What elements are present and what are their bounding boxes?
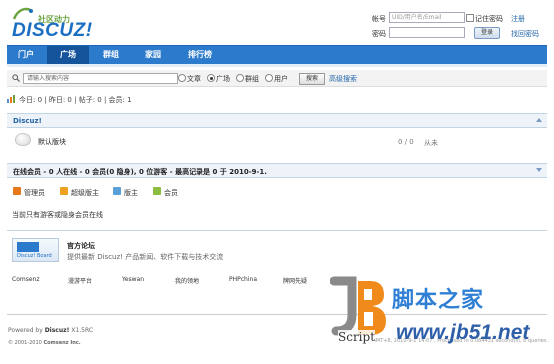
- nav-item-portal[interactable]: 门户: [7, 46, 45, 64]
- search-option-user-label: 用户: [274, 75, 288, 83]
- role-admin-label: 管理员: [24, 189, 45, 197]
- remember-checkbox[interactable]: [466, 14, 474, 22]
- nav-item-ranking[interactable]: 排行榜: [175, 46, 225, 64]
- nav-item-home[interactable]: 家园: [133, 46, 173, 64]
- divider: [7, 230, 547, 231]
- password-input[interactable]: [389, 27, 465, 38]
- partner-link-phpchina[interactable]: PHPchina: [229, 276, 257, 283]
- partner-link-comsenz[interactable]: Comsenz: [12, 276, 39, 283]
- forum-last-post: 从未: [424, 139, 438, 147]
- watermark-script-word: Script: [338, 330, 376, 344]
- footer-copyright: © 2001-2010 Comsenz Inc.: [8, 340, 81, 346]
- member-role-icon: [153, 187, 161, 195]
- advanced-search-link[interactable]: 高级搜索: [329, 74, 357, 84]
- nav-item-groups[interactable]: 群组: [91, 46, 131, 64]
- role-super-moderator-label: 超级版主: [71, 189, 99, 197]
- forum-name[interactable]: 默认版块: [38, 137, 66, 147]
- remember-label: 记住密码: [475, 15, 503, 23]
- online-title[interactable]: 在线会员 - 0 人在线 - 0 会员(0 隐身), 0 位游客 - 最高记录是…: [13, 167, 267, 177]
- super-moderator-role-icon: [60, 187, 68, 195]
- footer-divider: [7, 314, 547, 315]
- official-forum-banner[interactable]: Discuz! Board: [12, 238, 59, 262]
- role-moderator-label: 版主: [124, 189, 138, 197]
- watermark-brand: 脚本之家: [392, 288, 485, 313]
- partner-link-yeswan[interactable]: Yeswan: [122, 276, 144, 283]
- moderator-role-icon: [113, 187, 121, 195]
- forum-counts: 0 / 0: [398, 138, 414, 146]
- account-input[interactable]: UID/用户名/Email: [389, 12, 465, 23]
- search-option-square-label: 广场: [216, 75, 230, 83]
- online-header: 在线会员 - 0 人在线 - 0 会员(0 隐身), 0 位游客 - 最高记录是…: [7, 163, 547, 178]
- banner-text: Discuz! Board: [17, 253, 52, 259]
- category-header: Discuz!: [7, 113, 547, 128]
- expand-arrow-icon[interactable]: [536, 168, 542, 172]
- partner-link-manyou[interactable]: 漫游平台: [68, 276, 92, 285]
- nav-item-square[interactable]: 广场: [47, 46, 89, 64]
- search-option-article-radio[interactable]: [178, 74, 186, 82]
- search-option-group-label: 群组: [245, 75, 259, 83]
- logo[interactable]: DISCUZ!: [12, 20, 93, 42]
- official-forum-title[interactable]: 官方论坛: [67, 241, 95, 251]
- main-nav: 门户 广场 群组 家园 排行榜: [7, 45, 547, 64]
- nav-subbar: [7, 64, 547, 67]
- official-forum-desc: 提供最新 Discuz! 产品新闻、软件下载与技术交流: [67, 253, 224, 261]
- category-title[interactable]: Discuz!: [13, 117, 42, 125]
- account-label: 帐号: [372, 15, 386, 23]
- footer-powered-label: Powered by: [8, 327, 43, 334]
- footer-version: X1.5RC: [71, 327, 94, 334]
- partner-link-paiwang[interactable]: 牌网先疑: [283, 276, 307, 285]
- footer-powered: Powered by Discuz! X1.5RC: [8, 327, 93, 334]
- forum-bubble-icon: [15, 133, 31, 146]
- search-button[interactable]: 搜索: [299, 73, 325, 85]
- search-option-group-radio[interactable]: [236, 74, 244, 82]
- logo-swoosh-icon: [12, 7, 33, 20]
- search-input[interactable]: 请输入搜索内容: [23, 73, 178, 84]
- search-option-user-radio[interactable]: [265, 74, 273, 82]
- password-label: 密码: [372, 30, 386, 38]
- banner-block-icon: [17, 242, 39, 252]
- search-option-square-radio[interactable]: [207, 74, 215, 82]
- watermark-url: www.jb51.net: [396, 321, 530, 344]
- search-icon: [12, 74, 20, 82]
- footer-company[interactable]: Comsenz Inc.: [43, 340, 80, 346]
- footer-copyright-years: © 2001-2010: [8, 340, 42, 346]
- online-note: 当前只有游客或隐身会员在线: [12, 211, 103, 219]
- partner-link-lingdi[interactable]: 我的领地: [175, 276, 199, 285]
- search-option-article-label: 文章: [187, 75, 201, 83]
- stats-chart-icon: [7, 95, 15, 103]
- recover-password-link[interactable]: 找回密码: [511, 29, 539, 39]
- login-button[interactable]: 登录: [474, 27, 500, 39]
- register-link[interactable]: 注册: [511, 14, 525, 24]
- collapse-arrow-icon[interactable]: [536, 118, 542, 122]
- role-member-label: 会员: [164, 189, 178, 197]
- admin-role-icon: [13, 187, 21, 195]
- search-bar: 请输入搜索内容 文章 广场 群组 用户 搜索 高级搜索: [7, 70, 547, 87]
- site-stats: 今日: 0 | 昨日: 0 | 帖子: 0 | 会员: 1: [19, 96, 132, 104]
- footer-product[interactable]: Discuz!: [45, 327, 70, 334]
